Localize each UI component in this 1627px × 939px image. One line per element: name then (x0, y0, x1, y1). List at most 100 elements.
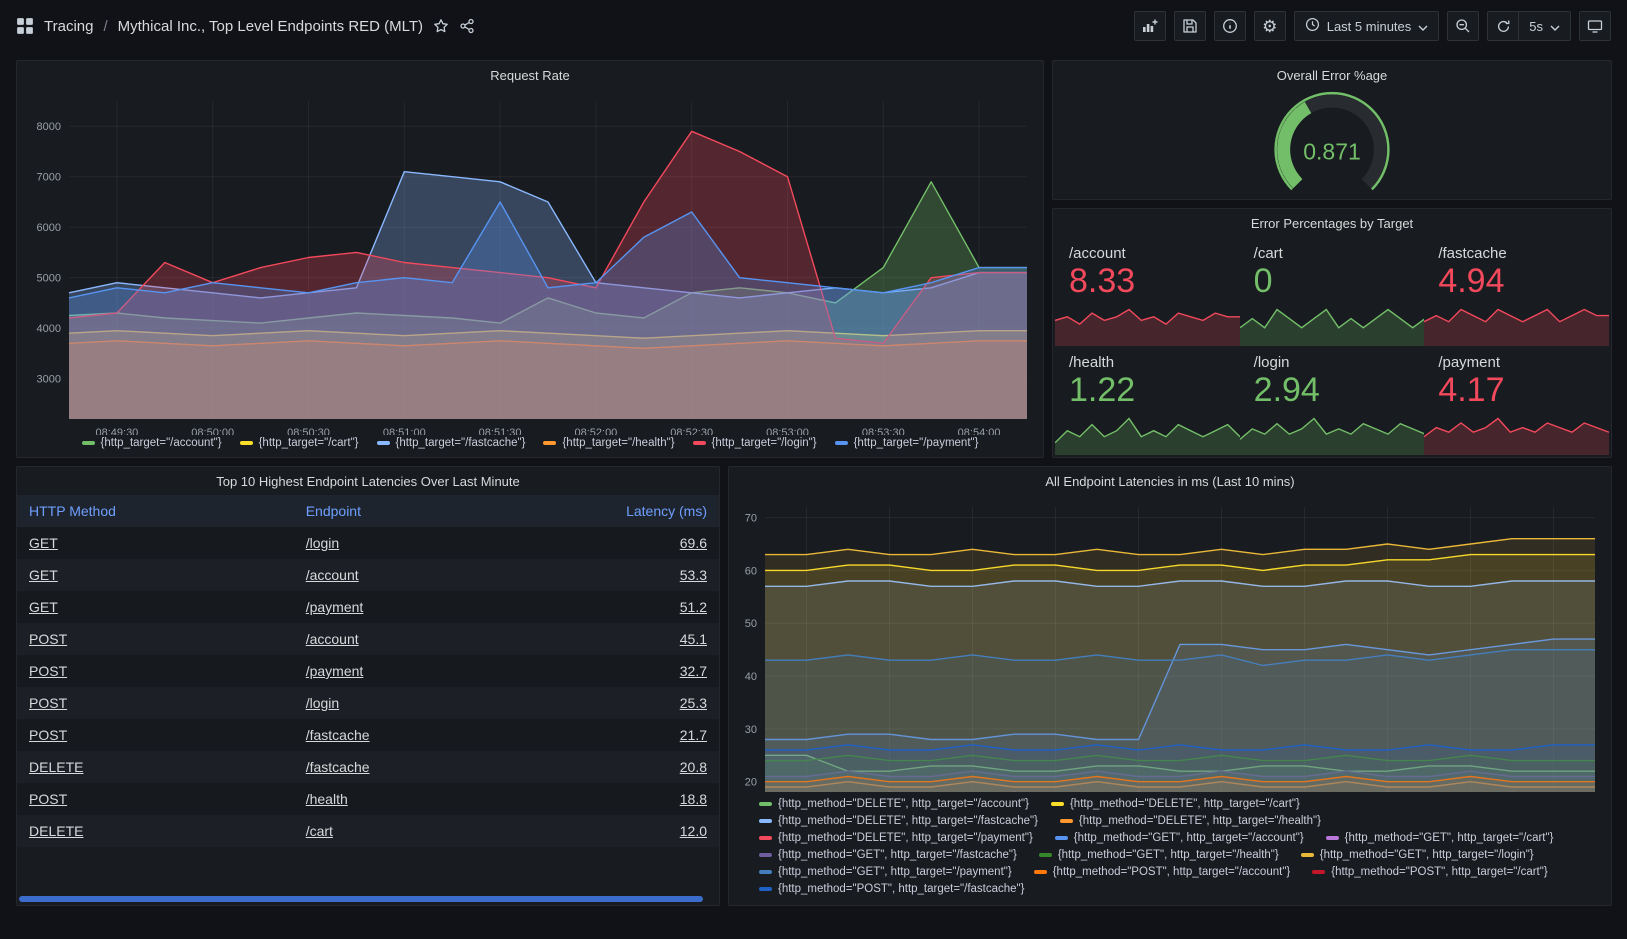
cell-link[interactable]: /account (306, 567, 359, 583)
cell-link[interactable]: /fastcache (306, 759, 370, 775)
save-dashboard-button[interactable] (1174, 11, 1206, 41)
cell-link[interactable]: POST (29, 791, 67, 807)
cell-link[interactable]: DELETE (29, 823, 83, 839)
legend-item[interactable]: {http_method="GET", http_target="/health… (1039, 849, 1279, 861)
legend-item[interactable]: {http_method="DELETE", http_target="/fas… (759, 815, 1038, 827)
legend-item[interactable]: {http_method="DELETE", http_target="/acc… (759, 798, 1029, 810)
legend-series-label: {http_method="POST", http_target="/accou… (1053, 866, 1291, 878)
refresh-button[interactable] (1487, 11, 1519, 41)
cell-link[interactable]: POST (29, 727, 67, 743)
cell-link[interactable]: 51.2 (680, 599, 707, 615)
cell-link[interactable]: POST (29, 695, 67, 711)
panel-title[interactable]: Request Rate (17, 61, 1043, 89)
table-row: POST/payment 32.7 (17, 655, 719, 687)
stat-sparkline (1055, 300, 1240, 346)
cell-link[interactable]: GET (29, 535, 58, 551)
column-header[interactable]: Endpoint (294, 495, 550, 527)
svg-text:08:52:30: 08:52:30 (670, 427, 713, 435)
cell-link[interactable]: /fastcache (306, 727, 370, 743)
legend-item[interactable]: {http_method="POST", http_target="/fastc… (759, 883, 1024, 895)
cell-link[interactable]: 20.8 (680, 759, 707, 775)
share-icon[interactable] (459, 18, 475, 34)
error-percentages-panel: Error Percentages by Target /account8.33… (1052, 208, 1612, 458)
panel-title[interactable]: All Endpoint Latencies in ms (Last 10 mi… (729, 467, 1611, 495)
cell-link[interactable]: /cart (306, 823, 333, 839)
table-row: POST/account 45.1 (17, 623, 719, 655)
cell-link[interactable]: 32.7 (680, 663, 707, 679)
legend-item[interactable]: {http_method="GET", http_target="/paymen… (759, 866, 1012, 878)
add-panel-button[interactable] (1134, 11, 1166, 41)
legend-item[interactable]: {http_target="/account"} (82, 437, 222, 449)
panel-title[interactable]: Error Percentages by Target (1053, 209, 1611, 237)
legend-series-label: {http_method="GET", http_target="/health… (1058, 849, 1279, 861)
legend-item[interactable]: {http_target="/health"} (543, 437, 674, 449)
cell-link[interactable]: 25.3 (680, 695, 707, 711)
cell-link[interactable]: GET (29, 567, 58, 583)
legend-item[interactable]: {http_method="POST", http_target="/accou… (1034, 866, 1291, 878)
cell-link[interactable]: /payment (306, 663, 364, 679)
svg-text:08:53:30: 08:53:30 (862, 427, 905, 435)
legend-series-label: {http_target="/cart"} (259, 437, 359, 449)
cell-link[interactable]: 53.3 (680, 567, 707, 583)
stat-sparkline (1424, 409, 1609, 455)
request-rate-chart[interactable]: 30004000500060007000800008:49:3008:50:00… (17, 89, 1043, 435)
stat-label: /account (1069, 245, 1226, 262)
legend-item[interactable]: {http_method="DELETE", http_target="/hea… (1060, 815, 1321, 827)
dashboard-settings-button[interactable]: ⚙ (1254, 11, 1286, 41)
cell-link[interactable]: /account (306, 631, 359, 647)
cell-link[interactable]: 45.1 (680, 631, 707, 647)
breadcrumb: Tracing / Mythical Inc., Top Level Endpo… (16, 17, 475, 35)
star-icon[interactable] (433, 18, 449, 34)
refresh-interval-picker[interactable]: 5s (1518, 11, 1571, 41)
legend-item[interactable]: {http_method="DELETE", http_target="/car… (1051, 798, 1300, 810)
cell-link[interactable]: 18.8 (680, 791, 707, 807)
apps-grid-icon[interactable] (16, 17, 34, 35)
column-header[interactable]: HTTP Method (17, 495, 294, 527)
cell-link[interactable]: /health (306, 791, 348, 807)
column-header[interactable]: Latency (ms) (549, 495, 719, 527)
legend-item[interactable]: {http_target="/login"} (693, 437, 817, 449)
dashboard-insights-button[interactable] (1214, 11, 1246, 41)
legend-series-color (835, 441, 848, 445)
cell-link[interactable]: POST (29, 663, 67, 679)
cell-link[interactable]: 12.0 (680, 823, 707, 839)
legend-item[interactable]: {http_target="/payment"} (835, 437, 979, 449)
table-row: DELETE/fastcache 20.8 (17, 751, 719, 783)
time-range-picker[interactable]: Last 5 minutes (1294, 11, 1440, 41)
legend-series-label: {http_target="/payment"} (854, 437, 979, 449)
legend-item[interactable]: {http_target="/fastcache"} (377, 437, 526, 449)
cell-link[interactable]: /login (306, 695, 339, 711)
panel-title[interactable]: Overall Error %age (1053, 61, 1611, 89)
legend-series-color (1060, 819, 1073, 823)
legend-item[interactable]: {http_target="/cart"} (240, 437, 359, 449)
svg-text:50: 50 (745, 618, 757, 630)
cell-link[interactable]: GET (29, 599, 58, 615)
tv-mode-button[interactable] (1579, 11, 1611, 41)
svg-text:08:50:30: 08:50:30 (287, 427, 330, 435)
cell-link[interactable]: 21.7 (680, 727, 707, 743)
cell-link[interactable]: 69.6 (680, 535, 707, 551)
cell-link[interactable]: /payment (306, 599, 364, 615)
legend-item[interactable]: {http_method="GET", http_target="/cart"} (1326, 832, 1554, 844)
breadcrumb-section[interactable]: Tracing (44, 18, 93, 35)
panel-title[interactable]: Top 10 Highest Endpoint Latencies Over L… (17, 467, 719, 495)
legend-item[interactable]: {http_method="GET", http_target="/login"… (1301, 849, 1534, 861)
legend-item[interactable]: {http_method="GET", http_target="/accoun… (1055, 832, 1304, 844)
legend-series-color (759, 870, 772, 874)
svg-text:4000: 4000 (37, 323, 61, 335)
legend-series-label: {http_target="/fastcache"} (396, 437, 526, 449)
breadcrumb-dashboard-title[interactable]: Mythical Inc., Top Level Endpoints RED (… (118, 18, 423, 35)
endpoint-latencies-chart[interactable]: 1020304050607008:49:3008:50:0008:50:3008… (729, 495, 1611, 792)
overall-error-gauge[interactable]: 0.871 (1053, 89, 1611, 199)
zoom-out-button[interactable] (1447, 11, 1479, 41)
legend-item[interactable]: {http_method="GET", http_target="/fastca… (759, 849, 1017, 861)
table-scrollbar-thumb[interactable] (19, 896, 703, 902)
legend-item[interactable]: {http_method="DELETE", http_target="/pay… (759, 832, 1033, 844)
stat-label: /payment (1438, 354, 1595, 371)
cell-link[interactable]: DELETE (29, 759, 83, 775)
stat-value: 1.22 (1069, 371, 1226, 410)
cell-link[interactable]: /login (306, 535, 339, 551)
legend-item[interactable]: {http_method="POST", http_target="/cart"… (1312, 866, 1547, 878)
cell-link[interactable]: POST (29, 631, 67, 647)
error-percentage-stats: /account8.33/cart0/fastcache4.94/health1… (1053, 237, 1611, 457)
